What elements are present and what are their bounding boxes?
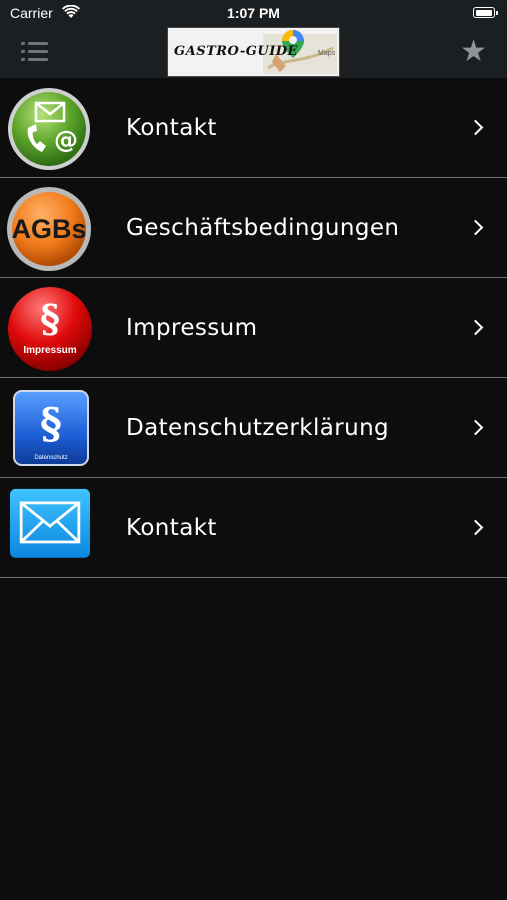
list-item-kontakt[interactable]: @ Kontakt bbox=[0, 78, 507, 178]
chevron-right-icon bbox=[467, 419, 484, 436]
chevron-right-icon bbox=[467, 119, 484, 136]
agbs-icon: AGBs bbox=[7, 187, 91, 271]
chevron-right-icon bbox=[467, 319, 484, 336]
svg-text:Impressum: Impressum bbox=[23, 345, 76, 356]
logo-maps-label: Maps bbox=[318, 50, 336, 57]
svg-text:AGBs: AGBs bbox=[11, 214, 86, 244]
list-item-geschaeftsbedingungen[interactable]: AGBs Geschäftsbedingungen bbox=[0, 178, 507, 278]
chevron-right-icon bbox=[467, 219, 484, 236]
svg-text:§: § bbox=[40, 296, 60, 341]
mail-icon bbox=[10, 488, 90, 558]
phone-mail-icon: @ bbox=[8, 88, 90, 170]
battery-icon bbox=[473, 7, 498, 18]
list-item-impressum[interactable]: § Impressum Impressum bbox=[0, 278, 507, 378]
list-item-label: Datenschutzerklärung bbox=[126, 415, 390, 441]
clock: 1:07 PM bbox=[227, 5, 280, 21]
hamburger-icon[interactable] bbox=[21, 42, 48, 62]
star-icon[interactable]: ★ bbox=[460, 37, 487, 67]
svg-text:@: @ bbox=[54, 126, 78, 154]
list-item-kontakt-mail[interactable]: Kontakt bbox=[0, 478, 507, 578]
list-item-label: Impressum bbox=[126, 315, 258, 341]
app-logo: GASTRO-GUIDE Maps bbox=[167, 27, 340, 77]
status-bar: Carrier 1:07 PM bbox=[0, 0, 507, 26]
logo-text: GASTRO-GUIDE bbox=[174, 44, 298, 59]
menu-list: @ Kontakt AGBs Geschäftsbedingungen § Im… bbox=[0, 78, 507, 578]
list-item-label: Kontakt bbox=[126, 115, 217, 141]
list-item-label: Geschäftsbedingungen bbox=[126, 215, 400, 241]
impressum-icon: § Impressum bbox=[8, 287, 92, 371]
list-item-label: Kontakt bbox=[126, 515, 217, 541]
svg-text:Datenschutz: Datenschutz bbox=[34, 455, 67, 461]
list-item-datenschutzerklaerung[interactable]: § Datenschutz Datenschutzerklärung bbox=[0, 378, 507, 478]
svg-text:§: § bbox=[40, 399, 62, 448]
datenschutz-icon: § Datenschutz bbox=[13, 390, 89, 466]
chevron-right-icon bbox=[467, 519, 484, 536]
navigation-bar: GASTRO-GUIDE Maps ★ bbox=[0, 26, 507, 78]
